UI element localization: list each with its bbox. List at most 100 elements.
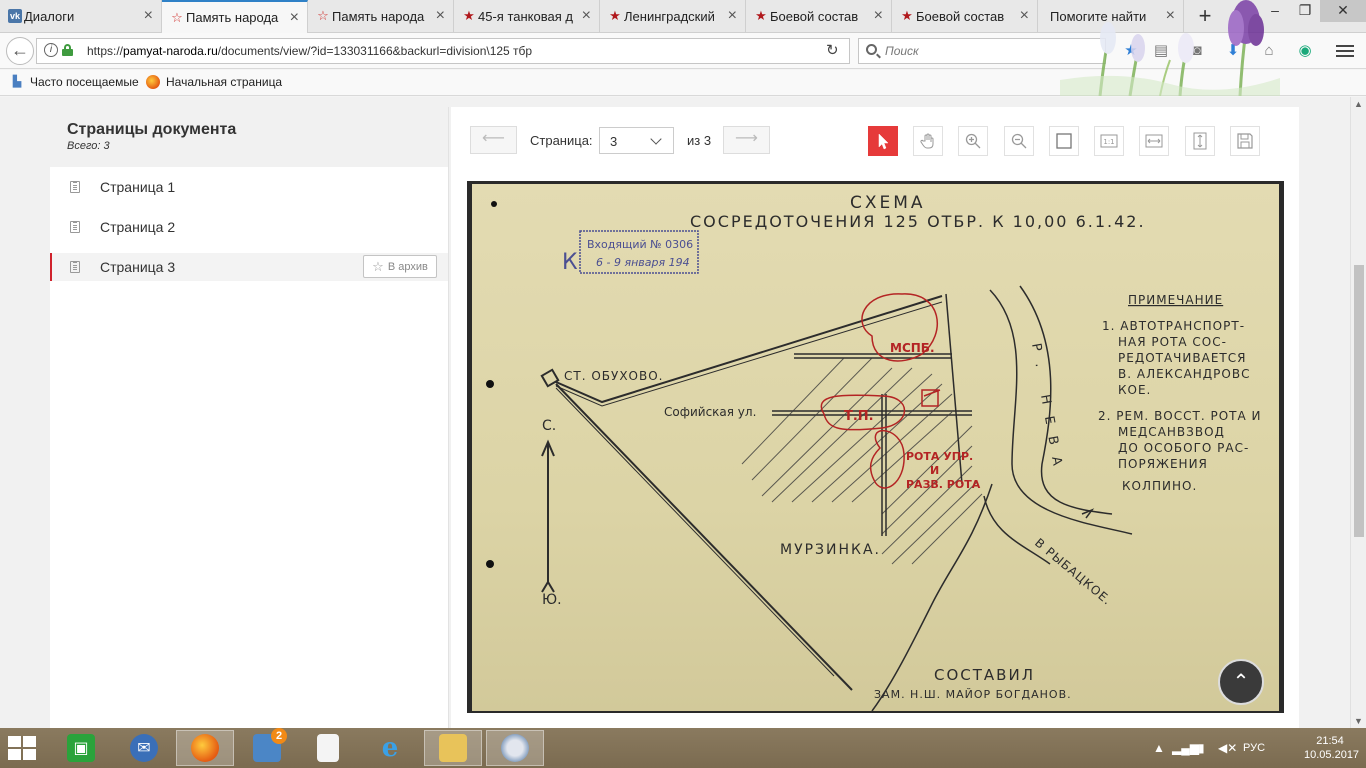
actual-size-button[interactable]: 1:1 bbox=[1094, 126, 1124, 156]
bookmark-star-icon[interactable]: ★ bbox=[1122, 42, 1140, 60]
page-label: Страница: bbox=[530, 133, 593, 148]
taskbar-firefox[interactable] bbox=[176, 730, 234, 766]
close-tab-icon[interactable]: × bbox=[144, 8, 153, 24]
unit-hq-label-1: РОТА УПР. bbox=[906, 450, 973, 463]
stamp-prefix: К bbox=[562, 250, 578, 275]
lock-icon[interactable] bbox=[62, 44, 73, 56]
search-input[interactable]: Поиск bbox=[858, 38, 1106, 64]
page-list-item-2[interactable]: Страница 2 bbox=[50, 207, 448, 247]
clock[interactable]: 21:54 10.05.2017 bbox=[1304, 734, 1359, 762]
previous-page-button[interactable]: ⟵ bbox=[470, 126, 517, 154]
pan-hand-button[interactable] bbox=[913, 126, 943, 156]
unit-tp-label: Т.П. bbox=[844, 409, 874, 424]
close-window-icon[interactable]: ✕ bbox=[1320, 0, 1366, 22]
minimize-icon[interactable]: – bbox=[1260, 0, 1290, 22]
taskbar-store-app[interactable]: ▣ bbox=[52, 730, 110, 766]
download-icon[interactable]: ⬇ bbox=[1224, 42, 1242, 60]
zoom-in-button[interactable] bbox=[958, 126, 988, 156]
tab-combat-roster-1[interactable]: ★ Боевой состав × bbox=[746, 0, 892, 33]
scroll-to-top-button[interactable]: ⌃ bbox=[1218, 659, 1264, 705]
select-cursor-button[interactable] bbox=[868, 126, 898, 156]
svg-text:МЕДСАНВЗВОД: МЕДСАНВЗВОД bbox=[1118, 425, 1225, 439]
fit-page-button[interactable] bbox=[1049, 126, 1079, 156]
tab-leningrad[interactable]: ★ Ленинградский × bbox=[600, 0, 746, 33]
close-tab-icon[interactable]: × bbox=[1020, 8, 1029, 24]
square-frame-icon bbox=[1056, 133, 1072, 149]
svg-text:НАЯ РОТА СОС-: НАЯ РОТА СОС- bbox=[1118, 335, 1227, 349]
next-page-button[interactable]: ⟶ bbox=[723, 126, 770, 154]
home-icon[interactable]: ⌂ bbox=[1260, 42, 1278, 60]
page-select[interactable]: 3 bbox=[599, 127, 674, 154]
new-tab-button[interactable]: + bbox=[1192, 3, 1218, 29]
url-bar[interactable]: https://pamyat-naroda.ru/documents/view/… bbox=[36, 38, 850, 64]
add-to-archive-button[interactable]: ☆ В архив bbox=[363, 255, 437, 278]
reload-icon[interactable]: ↻ bbox=[826, 43, 839, 59]
document-scan[interactable]: СХЕМА СОСРЕДОТОЧЕНИЯ 125 ОТБР. К 10,00 6… bbox=[467, 181, 1284, 713]
save-button[interactable] bbox=[1230, 126, 1260, 156]
fit-width-button[interactable] bbox=[1139, 126, 1169, 156]
stamp-line-1: Входящий № 0306 bbox=[587, 238, 693, 251]
close-tab-icon[interactable]: × bbox=[728, 8, 737, 24]
input-language[interactable]: РУС bbox=[1243, 742, 1265, 754]
save-disk-icon bbox=[1237, 133, 1253, 149]
tab-pamyat-naroda[interactable]: ☆ Память народа × bbox=[308, 0, 454, 33]
page-list-item-1[interactable]: Страница 1 bbox=[50, 167, 448, 207]
volume-muted-icon[interactable]: ◀✕ bbox=[1218, 741, 1237, 755]
sidebar-title: Страницы документа bbox=[67, 121, 237, 138]
reading-list-icon[interactable]: ▤ bbox=[1152, 42, 1170, 60]
north-label: С. bbox=[542, 418, 556, 434]
tab-combat-roster-2[interactable]: ★ Боевой состав × bbox=[892, 0, 1038, 33]
tab-45-tank[interactable]: ★ 45-я танковая д × bbox=[454, 0, 600, 33]
navigation-bar: ← https://pamyat-naroda.ru/documents/vie… bbox=[0, 33, 1366, 69]
tab-pamyat-naroda-active[interactable]: ☆ Память народа × bbox=[162, 0, 308, 33]
page-count: Всего: 3 bbox=[67, 140, 110, 152]
taskbar-internet-explorer[interactable]: e bbox=[361, 730, 419, 766]
scrollbar-thumb[interactable] bbox=[1354, 265, 1364, 537]
document-icon bbox=[70, 181, 80, 193]
bookmark-start-page[interactable]: Начальная страница bbox=[146, 75, 282, 89]
taskbar-paint[interactable] bbox=[486, 730, 544, 766]
svg-text:ДО ОСОБОГО РАС-: ДО ОСОБОГО РАС- bbox=[1118, 441, 1249, 455]
hand-icon bbox=[920, 133, 934, 149]
taskbar-thunderbird[interactable]: ✉ bbox=[115, 730, 173, 766]
taskbar-app-with-badge[interactable]: 2 bbox=[238, 728, 296, 766]
scroll-up-arrow-icon[interactable]: ▲ bbox=[1354, 99, 1363, 109]
pocket-icon[interactable]: ◙ bbox=[1188, 42, 1206, 60]
star-outline-icon: ☆ bbox=[317, 8, 329, 23]
scheme-subheading: СОСРЕДОТОЧЕНИЯ 125 ОТБР. К 10,00 6.1.42. bbox=[690, 212, 1146, 231]
blank-document-icon bbox=[317, 734, 339, 762]
signal-icon[interactable]: ▂▄▆ bbox=[1172, 741, 1199, 755]
menu-icon[interactable] bbox=[1336, 42, 1354, 60]
zoom-in-icon bbox=[965, 133, 981, 149]
page-scrollbar[interactable]: ▲ ▼ bbox=[1350, 97, 1366, 728]
tab-help-find[interactable]: Помогите найти × bbox=[1038, 0, 1184, 33]
tab-dialogs[interactable]: vk Диалоги × bbox=[0, 0, 162, 33]
internet-explorer-icon: e bbox=[381, 733, 399, 763]
close-tab-icon[interactable]: × bbox=[290, 10, 299, 26]
svg-text:1. АВТОТРАНСПОРТ-: 1. АВТОТРАНСПОРТ- bbox=[1102, 319, 1245, 333]
tray-expand-icon[interactable]: ▲ bbox=[1153, 741, 1165, 755]
restore-icon[interactable]: ❐ bbox=[1290, 0, 1320, 22]
extension-icon[interactable]: ◉ bbox=[1296, 42, 1314, 60]
bookmark-most-visited[interactable]: ▙ Часто посещаемые bbox=[10, 75, 139, 89]
battery-icon[interactable]: ▮ bbox=[1198, 741, 1205, 755]
page-list-item-3[interactable]: Страница 3 ☆ В архив bbox=[50, 253, 448, 281]
actual-size-icon: 1:1 bbox=[1100, 134, 1118, 148]
zoom-out-icon bbox=[1011, 133, 1027, 149]
thunderbird-icon: ✉ bbox=[130, 734, 158, 762]
note-title: ПРИМЕЧАНИЕ bbox=[1128, 293, 1223, 307]
close-tab-icon[interactable]: × bbox=[582, 8, 591, 24]
svg-text:В. АЛЕКСАНДРОВС: В. АЛЕКСАНДРОВС bbox=[1118, 367, 1250, 381]
windows-start-icon[interactable] bbox=[8, 736, 38, 760]
fit-height-button[interactable] bbox=[1185, 126, 1215, 156]
zoom-out-button[interactable] bbox=[1004, 126, 1034, 156]
back-button[interactable]: ← bbox=[6, 37, 34, 65]
close-tab-icon[interactable]: × bbox=[1166, 8, 1175, 24]
close-tab-icon[interactable]: × bbox=[874, 8, 883, 24]
document-icon bbox=[70, 261, 80, 273]
taskbar-file-explorer[interactable] bbox=[424, 730, 482, 766]
close-tab-icon[interactable]: × bbox=[436, 8, 445, 24]
scroll-down-arrow-icon[interactable]: ▼ bbox=[1354, 716, 1363, 726]
info-icon[interactable]: i bbox=[44, 43, 58, 57]
taskbar-notepad[interactable] bbox=[299, 730, 357, 766]
